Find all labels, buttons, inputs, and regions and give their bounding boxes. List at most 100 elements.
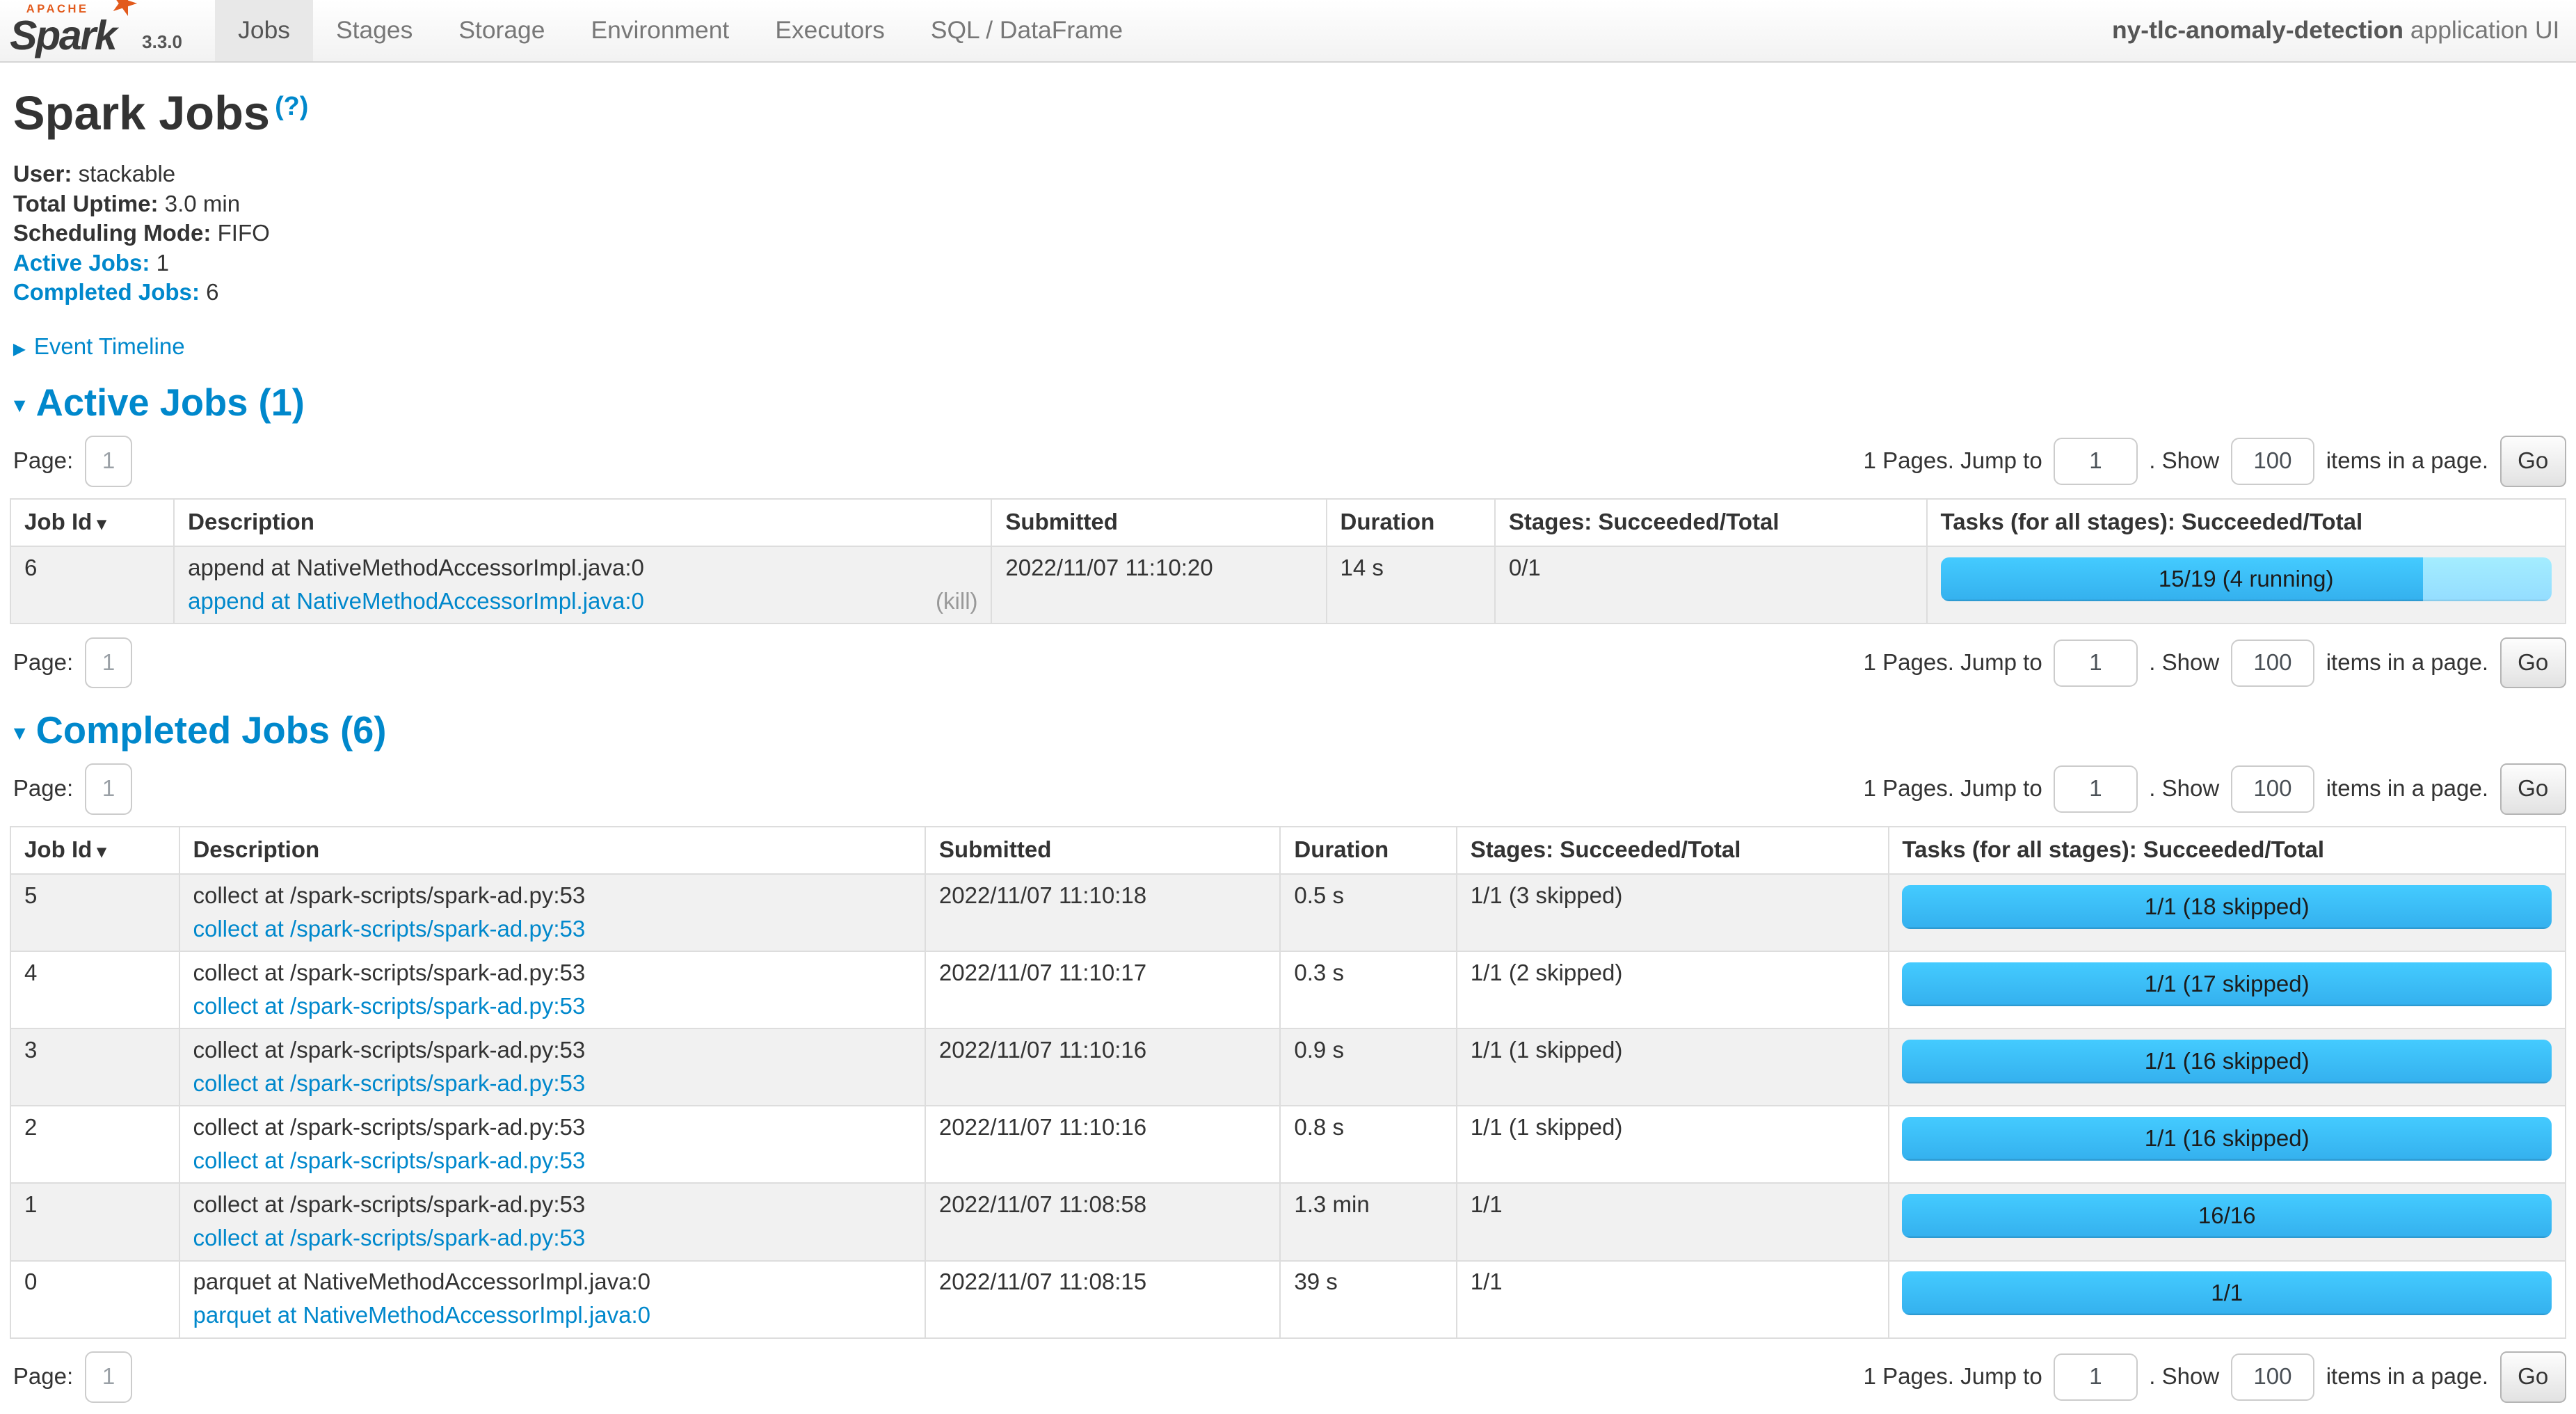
- column-tasks[interactable]: Tasks (for all stages): Succeeded/Total: [1889, 827, 2566, 874]
- table-header-row: Job Id▾ Description Submitted Duration S…: [10, 499, 2566, 546]
- page-input[interactable]: [85, 763, 132, 814]
- job-detail-link[interactable]: collect at /spark-scripts/spark-ad.py:53: [193, 916, 585, 943]
- column-description[interactable]: Description: [179, 827, 925, 874]
- column-submitted[interactable]: Submitted: [925, 827, 1281, 874]
- job-submitted: 2022/11/07 11:10:20: [991, 546, 1326, 623]
- help-link[interactable]: (?): [275, 92, 308, 121]
- page-title: Spark Jobs(?): [13, 86, 2566, 141]
- job-detail-link[interactable]: collect at /spark-scripts/spark-ad.py:53: [193, 994, 585, 1020]
- job-detail-link[interactable]: collect at /spark-scripts/spark-ad.py:53: [193, 1148, 585, 1175]
- items-per-page-input[interactable]: [2231, 1353, 2314, 1401]
- tasks-progress-bar: 1/1 (17 skipped): [1902, 962, 2552, 1007]
- job-description: parquet at NativeMethodAccessorImpl.java…: [179, 1261, 925, 1338]
- job-row: 0 parquet at NativeMethodAccessorImpl.ja…: [10, 1261, 2566, 1338]
- job-detail-link[interactable]: parquet at NativeMethodAccessorImpl.java…: [193, 1303, 650, 1329]
- job-stages: 1/1 (3 skipped): [1457, 874, 1889, 951]
- summary-active-jobs: Active Jobs: 1: [13, 249, 2566, 279]
- event-timeline-toggle[interactable]: ▶Event Timeline: [13, 334, 2566, 360]
- main-content: Spark Jobs(?) User: stackable Total Upti…: [0, 86, 2576, 1403]
- items-per-page-input[interactable]: [2231, 640, 2314, 687]
- column-duration[interactable]: Duration: [1327, 499, 1495, 546]
- go-button[interactable]: Go: [2500, 763, 2566, 814]
- job-submitted: 2022/11/07 11:08:15: [925, 1261, 1281, 1338]
- items-per-page-input[interactable]: [2231, 438, 2314, 485]
- job-description: collect at /spark-scripts/spark-ad.py:53…: [179, 951, 925, 1028]
- tab-executors[interactable]: Executors: [752, 0, 908, 61]
- job-duration: 1.3 min: [1280, 1183, 1456, 1260]
- job-row: 6 append at NativeMethodAccessorImpl.jav…: [10, 546, 2566, 623]
- active-jobs-table: Job Id▾ Description Submitted Duration S…: [10, 498, 2566, 624]
- job-submitted: 2022/11/07 11:10:17: [925, 951, 1281, 1028]
- items-per-page-input[interactable]: [2231, 765, 2314, 813]
- job-tasks: 1/1 (16 skipped): [1889, 1106, 2566, 1183]
- job-description: collect at /spark-scripts/spark-ad.py:53…: [179, 1106, 925, 1183]
- page-input[interactable]: [85, 1351, 132, 1402]
- column-description[interactable]: Description: [174, 499, 991, 546]
- job-detail-link[interactable]: append at NativeMethodAccessorImpl.java:…: [188, 589, 644, 615]
- go-button[interactable]: Go: [2500, 637, 2566, 688]
- job-row: 1 collect at /spark-scripts/spark-ad.py:…: [10, 1183, 2566, 1260]
- tab-stages[interactable]: Stages: [313, 0, 435, 61]
- job-tasks: 1/1 (17 skipped): [1889, 951, 2566, 1028]
- spark-ui-page: APACHESpark ★ 3.3.0 Jobs Stages Storage …: [0, 0, 2576, 1403]
- job-submitted: 2022/11/07 11:10:16: [925, 1028, 1281, 1106]
- sort-desc-icon: ▾: [97, 513, 106, 534]
- job-duration: 0.5 s: [1280, 874, 1456, 951]
- chevron-right-icon: ▶: [13, 340, 26, 358]
- column-stages[interactable]: Stages: Succeeded/Total: [1495, 499, 1927, 546]
- active-jobs-heading[interactable]: ▼Active Jobs (1): [10, 381, 2566, 424]
- tab-environment[interactable]: Environment: [568, 0, 752, 61]
- column-job-id[interactable]: Job Id▾: [10, 827, 179, 874]
- spark-wordmark: Spark: [10, 13, 115, 58]
- tab-storage[interactable]: Storage: [435, 0, 568, 61]
- tasks-progress-bar: 1/1 (16 skipped): [1902, 1040, 2552, 1084]
- job-row: 4 collect at /spark-scripts/spark-ad.py:…: [10, 951, 2566, 1028]
- jump-to-page-input[interactable]: [2054, 438, 2137, 485]
- job-duration: 14 s: [1327, 546, 1495, 623]
- tasks-progress-bar: 1/1 (18 skipped): [1902, 885, 2552, 930]
- job-duration: 0.8 s: [1280, 1106, 1456, 1183]
- job-tasks: 1/1 (16 skipped): [1889, 1028, 2566, 1106]
- column-duration[interactable]: Duration: [1280, 827, 1456, 874]
- sort-desc-icon: ▾: [97, 841, 106, 861]
- page-input[interactable]: [85, 637, 132, 688]
- tab-jobs[interactable]: Jobs: [215, 0, 313, 61]
- column-submitted[interactable]: Submitted: [991, 499, 1326, 546]
- go-button[interactable]: Go: [2500, 1351, 2566, 1402]
- jump-to-page-input[interactable]: [2054, 640, 2137, 687]
- completed-jobs-link[interactable]: Completed Jobs:: [13, 280, 200, 305]
- job-detail-link[interactable]: collect at /spark-scripts/spark-ad.py:53: [193, 1225, 585, 1252]
- job-description: collect at /spark-scripts/spark-ad.py:53…: [179, 1183, 925, 1260]
- application-name: ny-tlc-anomaly-detection: [2112, 16, 2403, 44]
- job-stages: 1/1: [1457, 1261, 1889, 1338]
- job-stages: 0/1: [1495, 546, 1927, 623]
- job-description: append at NativeMethodAccessorImpl.java:…: [174, 546, 991, 623]
- job-id: 3: [10, 1028, 179, 1106]
- jump-to-page-input[interactable]: [2054, 1353, 2137, 1401]
- kill-job-link[interactable]: (kill): [936, 589, 978, 615]
- column-job-id[interactable]: Job Id▾: [10, 499, 174, 546]
- pagination-bar: Page: 1 Pages. Jump to . Show items in a…: [10, 637, 2566, 688]
- job-duration: 0.3 s: [1280, 951, 1456, 1028]
- jump-to-page-input[interactable]: [2054, 765, 2137, 813]
- job-row: 2 collect at /spark-scripts/spark-ad.py:…: [10, 1106, 2566, 1183]
- completed-jobs-heading[interactable]: ▼Completed Jobs (6): [10, 708, 2566, 752]
- job-id: 6: [10, 546, 174, 623]
- page-input[interactable]: [85, 436, 132, 486]
- column-stages[interactable]: Stages: Succeeded/Total: [1457, 827, 1889, 874]
- spark-logo[interactable]: APACHESpark ★ 3.3.0: [0, 0, 192, 61]
- completed-jobs-table: Job Id▾ Description Submitted Duration S…: [10, 826, 2566, 1339]
- job-tasks: 1/1 (18 skipped): [1889, 874, 2566, 951]
- job-detail-link[interactable]: collect at /spark-scripts/spark-ad.py:53: [193, 1071, 585, 1097]
- job-row: 3 collect at /spark-scripts/spark-ad.py:…: [10, 1028, 2566, 1106]
- job-id: 5: [10, 874, 179, 951]
- job-duration: 0.9 s: [1280, 1028, 1456, 1106]
- go-button[interactable]: Go: [2500, 436, 2566, 486]
- column-tasks[interactable]: Tasks (for all stages): Succeeded/Total: [1927, 499, 2566, 546]
- job-id: 4: [10, 951, 179, 1028]
- job-stages: 1/1 (1 skipped): [1457, 1028, 1889, 1106]
- tab-sql-dataframe[interactable]: SQL / DataFrame: [908, 0, 1146, 61]
- job-stages: 1/1 (1 skipped): [1457, 1106, 1889, 1183]
- job-id: 1: [10, 1183, 179, 1260]
- active-jobs-link[interactable]: Active Jobs:: [13, 251, 150, 276]
